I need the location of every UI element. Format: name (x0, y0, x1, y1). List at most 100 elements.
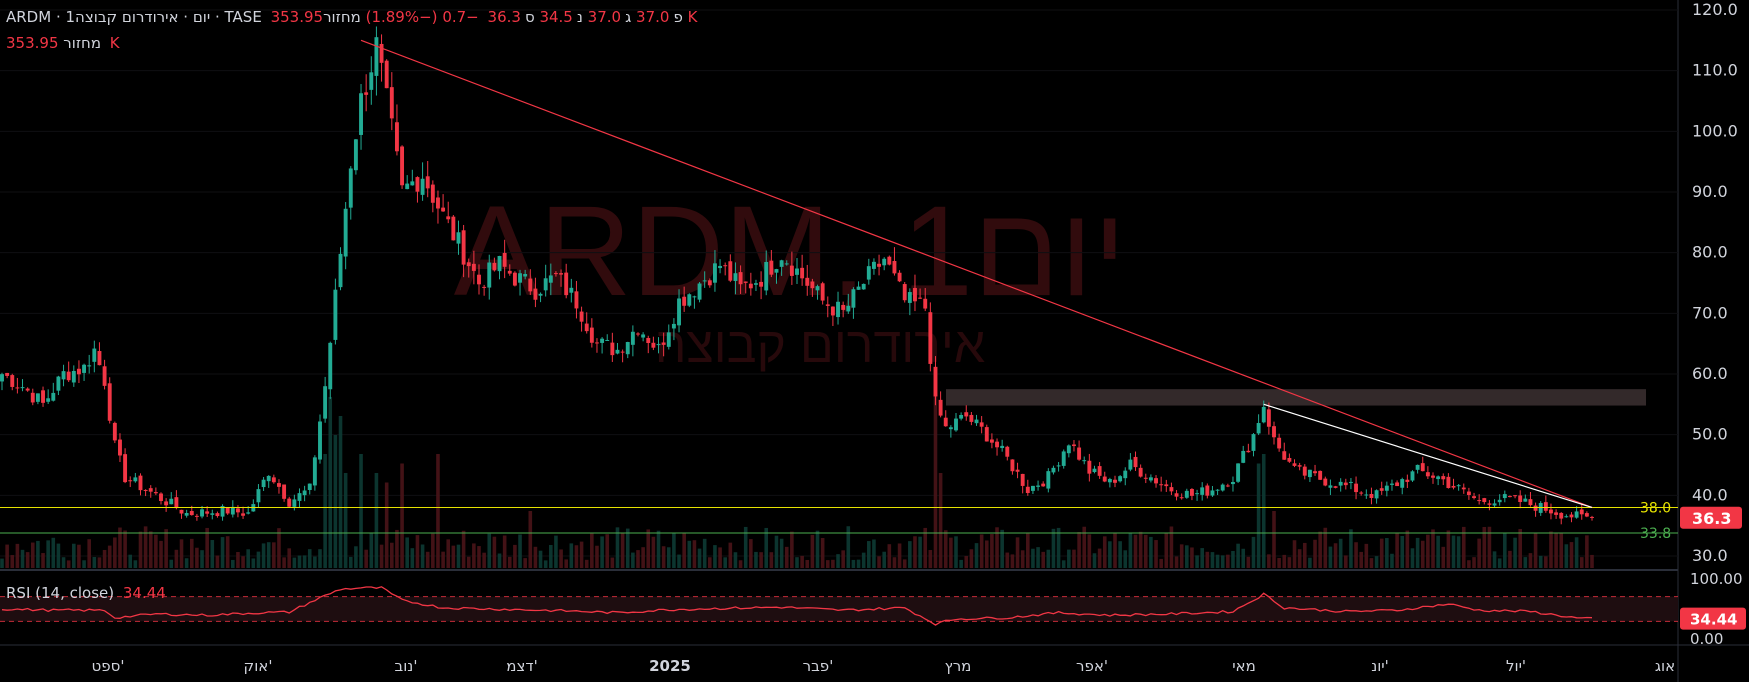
candle-body (1020, 473, 1025, 486)
volume-bar (697, 548, 702, 568)
volume-bar (749, 539, 753, 568)
candle-body (1210, 490, 1215, 496)
time-axis[interactable]: ספט' אוק' נוב' דצמ' 2025 פבר' מרץ אפר' מאי יונ' יו… (92, 657, 1676, 675)
candle-body (620, 351, 625, 353)
volume-bar (225, 536, 230, 568)
volume-bar (810, 534, 815, 568)
candle-body (333, 289, 338, 340)
candle-body (451, 216, 456, 241)
candle-body (1118, 476, 1123, 482)
volume-bar (502, 535, 507, 568)
candle-body (836, 301, 840, 318)
rsi-legend-value: 34.44 (122, 584, 166, 602)
volume-bar (97, 557, 102, 568)
candle-body (512, 272, 517, 286)
candle-body (76, 368, 81, 375)
volume-bar (831, 559, 835, 568)
candle-body (1502, 494, 1507, 499)
candle-body (1323, 478, 1328, 486)
candle-body (789, 265, 794, 276)
volume-bar (918, 536, 922, 568)
candle-body (989, 439, 994, 443)
volume-bar (636, 550, 640, 568)
candle-body (1451, 485, 1456, 488)
volume-bar (1138, 531, 1143, 568)
volume-bar (1405, 530, 1410, 568)
candle-body (564, 272, 569, 296)
price-axis[interactable]: 120.0 110.0 100.0 90.0 80.0 70.0 60.0 50.0 40.0 3… (1680, 0, 1746, 648)
change-value: −0.7 (−1.89%) (365, 8, 479, 26)
candle-body (559, 273, 564, 275)
volume-bar (779, 538, 784, 568)
candle-body (1492, 503, 1497, 506)
volume-bar (466, 556, 471, 568)
trendline (1263, 403, 1593, 509)
volume-bar (472, 543, 476, 568)
candle-body (974, 419, 979, 424)
candle-body (815, 286, 820, 291)
volume-bar (943, 530, 948, 568)
volume-bar (882, 551, 886, 568)
volume-bar (297, 555, 302, 568)
volume-bar (1533, 533, 1538, 568)
volume-bar (1010, 554, 1015, 568)
volume-bar (10, 555, 15, 568)
candle-body (1036, 485, 1041, 487)
candle-body (661, 342, 666, 345)
volume-bar (974, 543, 979, 568)
candle-body (1395, 482, 1400, 487)
candle-body (995, 441, 999, 448)
candle-body (1477, 500, 1482, 502)
candle-body (282, 484, 287, 499)
candle-body (302, 490, 307, 496)
volume-bar (1164, 533, 1169, 568)
candle-body (692, 296, 697, 298)
chart-canvas[interactable]: ARDM, 1יום אירודרום קבוצה 38.0 33.8 120.0… (0, 0, 1749, 682)
volume-bar (205, 527, 209, 568)
candle-body (1513, 495, 1518, 497)
candle-body (646, 338, 651, 343)
volume-bar (441, 551, 445, 568)
volume-bar (523, 558, 527, 568)
volume-bar (1267, 554, 1271, 568)
candle-body (1574, 511, 1579, 518)
candle-body (1446, 476, 1451, 488)
close-value: 36.3 (487, 8, 521, 26)
candle-body (702, 280, 707, 282)
candle-body (46, 398, 51, 402)
volume-bar (877, 556, 881, 568)
volume-bar (395, 529, 399, 568)
volume-bar (113, 537, 117, 568)
candle-body (759, 281, 764, 287)
volume-bar (646, 529, 651, 568)
candle-body (400, 146, 405, 186)
volume-bar (851, 559, 856, 568)
candle-body (138, 475, 143, 491)
candle-body (897, 272, 902, 282)
volume-bar (825, 560, 830, 568)
candle-body (277, 483, 281, 487)
candle-body (979, 422, 984, 427)
volume-bar (1195, 555, 1199, 568)
volume-bar (1585, 535, 1589, 568)
candle-body (10, 375, 15, 387)
volume-bar (0, 558, 4, 568)
candle-body (71, 370, 76, 383)
volume-bar (436, 454, 440, 568)
candle-body (1072, 444, 1076, 447)
candle-body (1487, 503, 1492, 505)
volume-bar (307, 549, 312, 568)
candle-body (133, 477, 138, 482)
candle-body (379, 43, 384, 63)
candle-body (184, 513, 189, 516)
low-value: 34.5 (539, 8, 573, 26)
candle-body (671, 323, 676, 329)
volume-bar (1323, 527, 1328, 568)
volume-bar (1354, 542, 1358, 568)
candle-body (1410, 471, 1415, 481)
volume-bar (1077, 532, 1081, 568)
time-tick-label: יול' (1506, 657, 1526, 675)
volume-bar (1559, 532, 1564, 568)
candle-body (1287, 457, 1292, 462)
candle-body (471, 263, 476, 271)
